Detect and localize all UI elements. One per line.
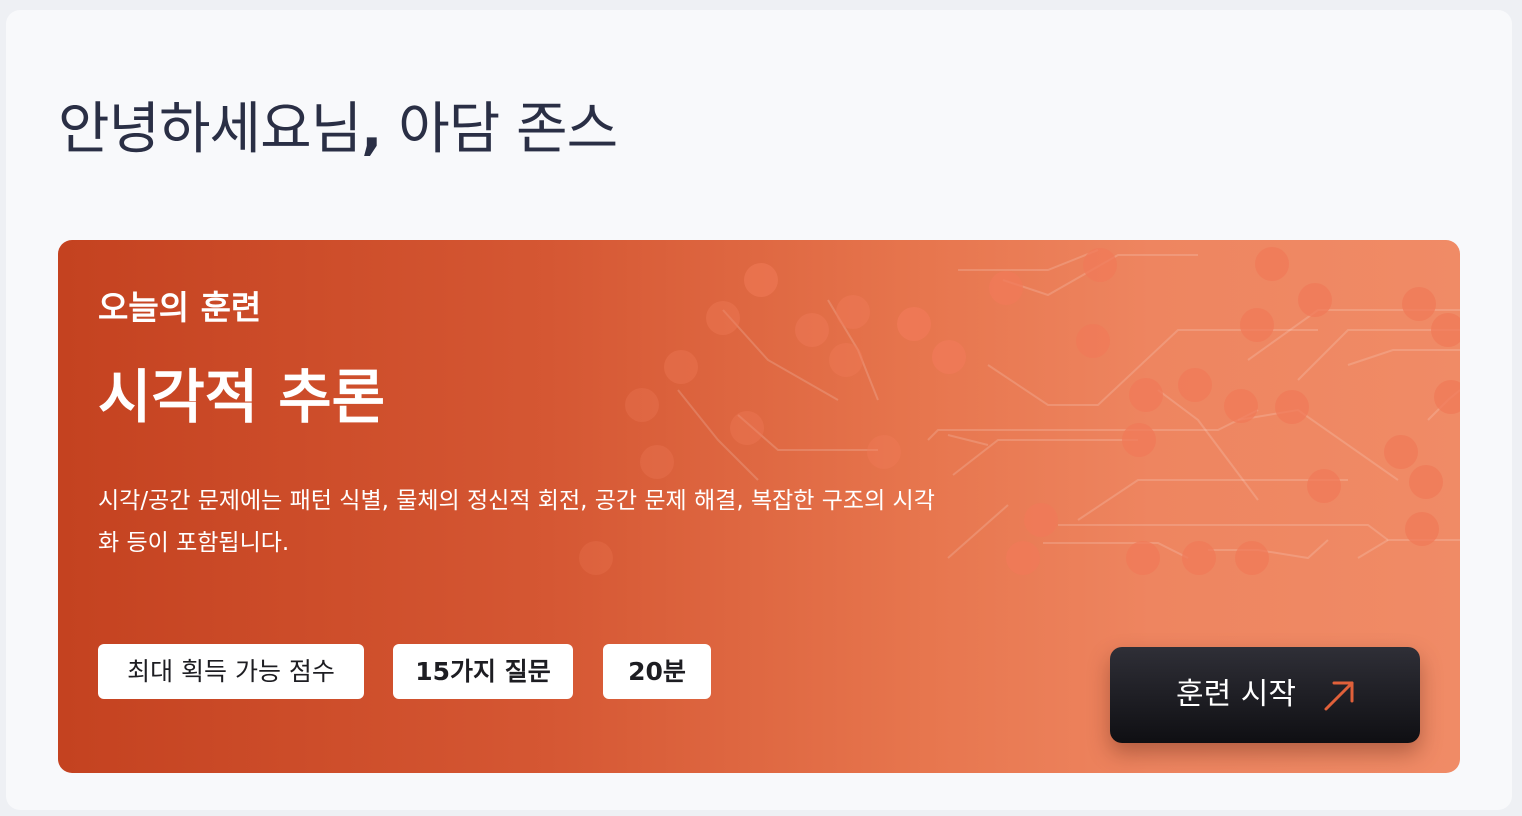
training-title: 시각적 추론 (98, 363, 385, 431)
max-points-chip: 최대 획득 가능 점수 (98, 644, 364, 699)
user-name: 아담 존스 (381, 97, 618, 162)
training-description: 시각/공간 문제에는 패턴 식별, 물체의 정신적 회전, 공간 문제 해결, … (98, 488, 935, 556)
arrow-up-right-icon (1324, 681, 1354, 711)
start-training-button[interactable]: 훈련 시작 (1110, 647, 1420, 743)
dashboard-panel: 안녕하세요님, 아담 존스 오늘의 훈련 시각적 추론 시각/공간 문제에는 패… (6, 10, 1512, 810)
start-training-label: 훈련 시작 (1176, 677, 1296, 712)
greeting-text: 안녕하세요님 (58, 97, 362, 162)
greeting-comma: , (361, 97, 382, 162)
question-count-chip: 15가지 질문 (393, 644, 573, 699)
card-eyebrow-label: 오늘의 훈련 (98, 288, 262, 327)
greeting-heading: 안녕하세요님, 아담 존스 (58, 94, 618, 166)
duration-chip: 20분 (603, 644, 711, 699)
daily-training-card: 오늘의 훈련 시각적 추론 시각/공간 문제에는 패턴 식별, 물체의 정신적 … (58, 240, 1460, 773)
